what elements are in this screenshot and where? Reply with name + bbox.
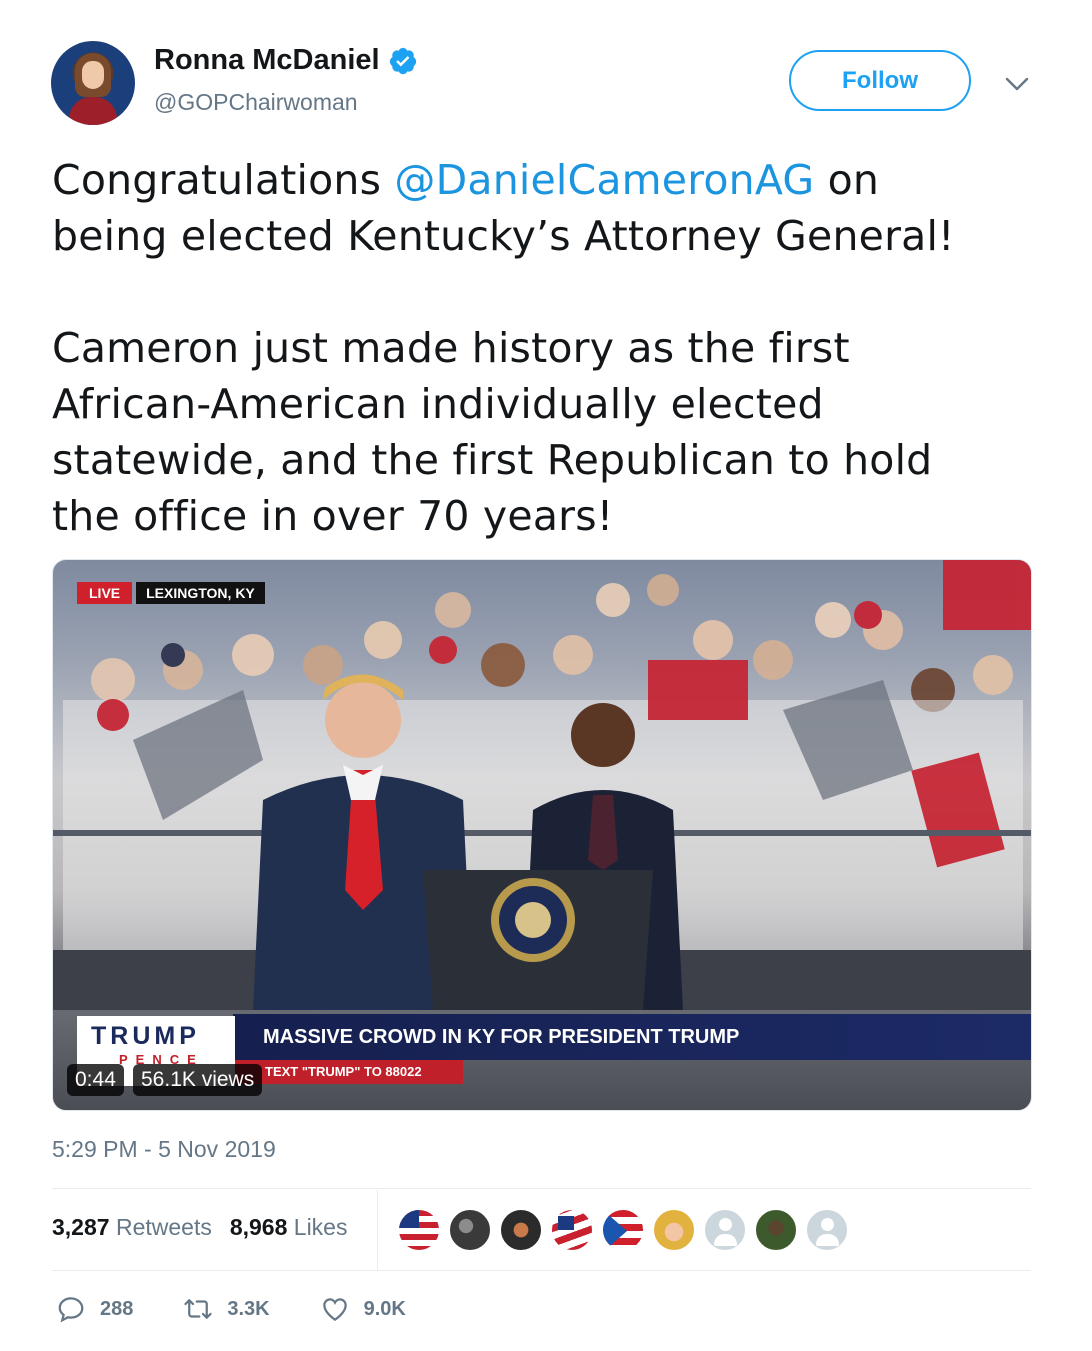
tweet-line: Congratulations @DanielCameronAG on (52, 152, 1042, 208)
tweet-line: statewide, and the first Republican to h… (52, 436, 933, 484)
liker-avatar[interactable] (551, 1209, 593, 1251)
tweet-text-span: Congratulations (52, 156, 395, 204)
retweets-stat[interactable]: 3,287 Retweets (52, 1214, 212, 1241)
video-duration: 0:44 (67, 1064, 124, 1096)
retweets-count: 3,287 (52, 1214, 110, 1240)
author-avatar[interactable] (51, 41, 135, 125)
liker-avatar[interactable] (806, 1209, 848, 1251)
likes-count: 8,968 (229, 1214, 288, 1240)
follow-button[interactable]: Follow (789, 50, 971, 111)
liker-avatar[interactable] (602, 1209, 644, 1251)
tweet-line: the office in over 70 years! (52, 492, 614, 540)
tweet-line: African-American individually elected (52, 380, 824, 428)
author-handle[interactable]: @GOPChairwoman (154, 89, 358, 116)
video-subline: TEXT "TRUMP" TO 88022 (265, 1064, 422, 1079)
liker-avatar[interactable] (704, 1209, 746, 1251)
liker-avatar[interactable] (398, 1209, 440, 1251)
like-count: 9.0K (363, 1297, 406, 1320)
author-name[interactable]: Ronna McDaniel (154, 44, 380, 77)
liker-avatars (398, 1209, 848, 1251)
divider (52, 1270, 1031, 1271)
lower-third-banner: MASSIVE CROWD IN KY FOR PRESIDENT TRUMP (233, 1014, 1031, 1060)
tweet-text: Congratulations @DanielCameronAG on bein… (52, 152, 1042, 544)
live-label: LIVE (77, 582, 133, 604)
divider (52, 1188, 1031, 1189)
likes-stat[interactable]: 8,968 Likes (230, 1214, 348, 1241)
retweet-button[interactable]: 3.3K (183, 1294, 270, 1324)
location-label: LEXINGTON, KY (136, 582, 265, 604)
video-headline: MASSIVE CROWD IN KY FOR PRESIDENT TRUMP (263, 1026, 740, 1048)
author-name-row[interactable]: Ronna McDaniel (154, 44, 418, 77)
tweet-stats: 3,287 Retweets 8,968 Likes (52, 1214, 347, 1241)
chevron-down-icon[interactable] (1004, 74, 1030, 94)
tweet-line: Cameron just made history as the first (52, 324, 850, 372)
tweet-timestamp[interactable]: 5:29 PM - 5 Nov 2019 (52, 1136, 276, 1163)
retweet-count: 3.3K (227, 1297, 270, 1320)
video-player[interactable]: LIVE LEXINGTON, KY MASSIVE CROWD IN KY F… (52, 559, 1032, 1111)
like-button[interactable]: 9.0K (320, 1294, 406, 1324)
reply-icon (58, 1297, 84, 1323)
logo-top-text: TRUMP (91, 1022, 200, 1050)
tweet-text-span: on (814, 156, 880, 204)
liker-avatar[interactable] (653, 1209, 695, 1251)
stats-separator (377, 1190, 378, 1270)
lower-third-subline: TEXT "TRUMP" TO 88022 (233, 1060, 463, 1084)
tweet-actions: 288 3.3K 9.0K (56, 1294, 456, 1324)
retweet-icon (184, 1299, 212, 1319)
mention-link[interactable]: @DanielCameronAG (394, 156, 814, 204)
liker-avatar[interactable] (449, 1209, 491, 1251)
liker-avatar[interactable] (755, 1209, 797, 1251)
likes-label: Likes (293, 1214, 348, 1240)
verified-badge-icon (389, 47, 416, 74)
reply-count: 288 (100, 1297, 134, 1320)
liker-avatar[interactable] (500, 1209, 542, 1251)
retweets-label: Retweets (115, 1214, 212, 1240)
reply-button[interactable]: 288 (56, 1294, 133, 1324)
heart-icon (322, 1298, 347, 1321)
live-badge: LIVE LEXINGTON, KY (77, 582, 265, 604)
tweet-line: being elected Kentucky’s Attorney Genera… (52, 212, 955, 260)
video-views: 56.1K views (133, 1064, 263, 1096)
